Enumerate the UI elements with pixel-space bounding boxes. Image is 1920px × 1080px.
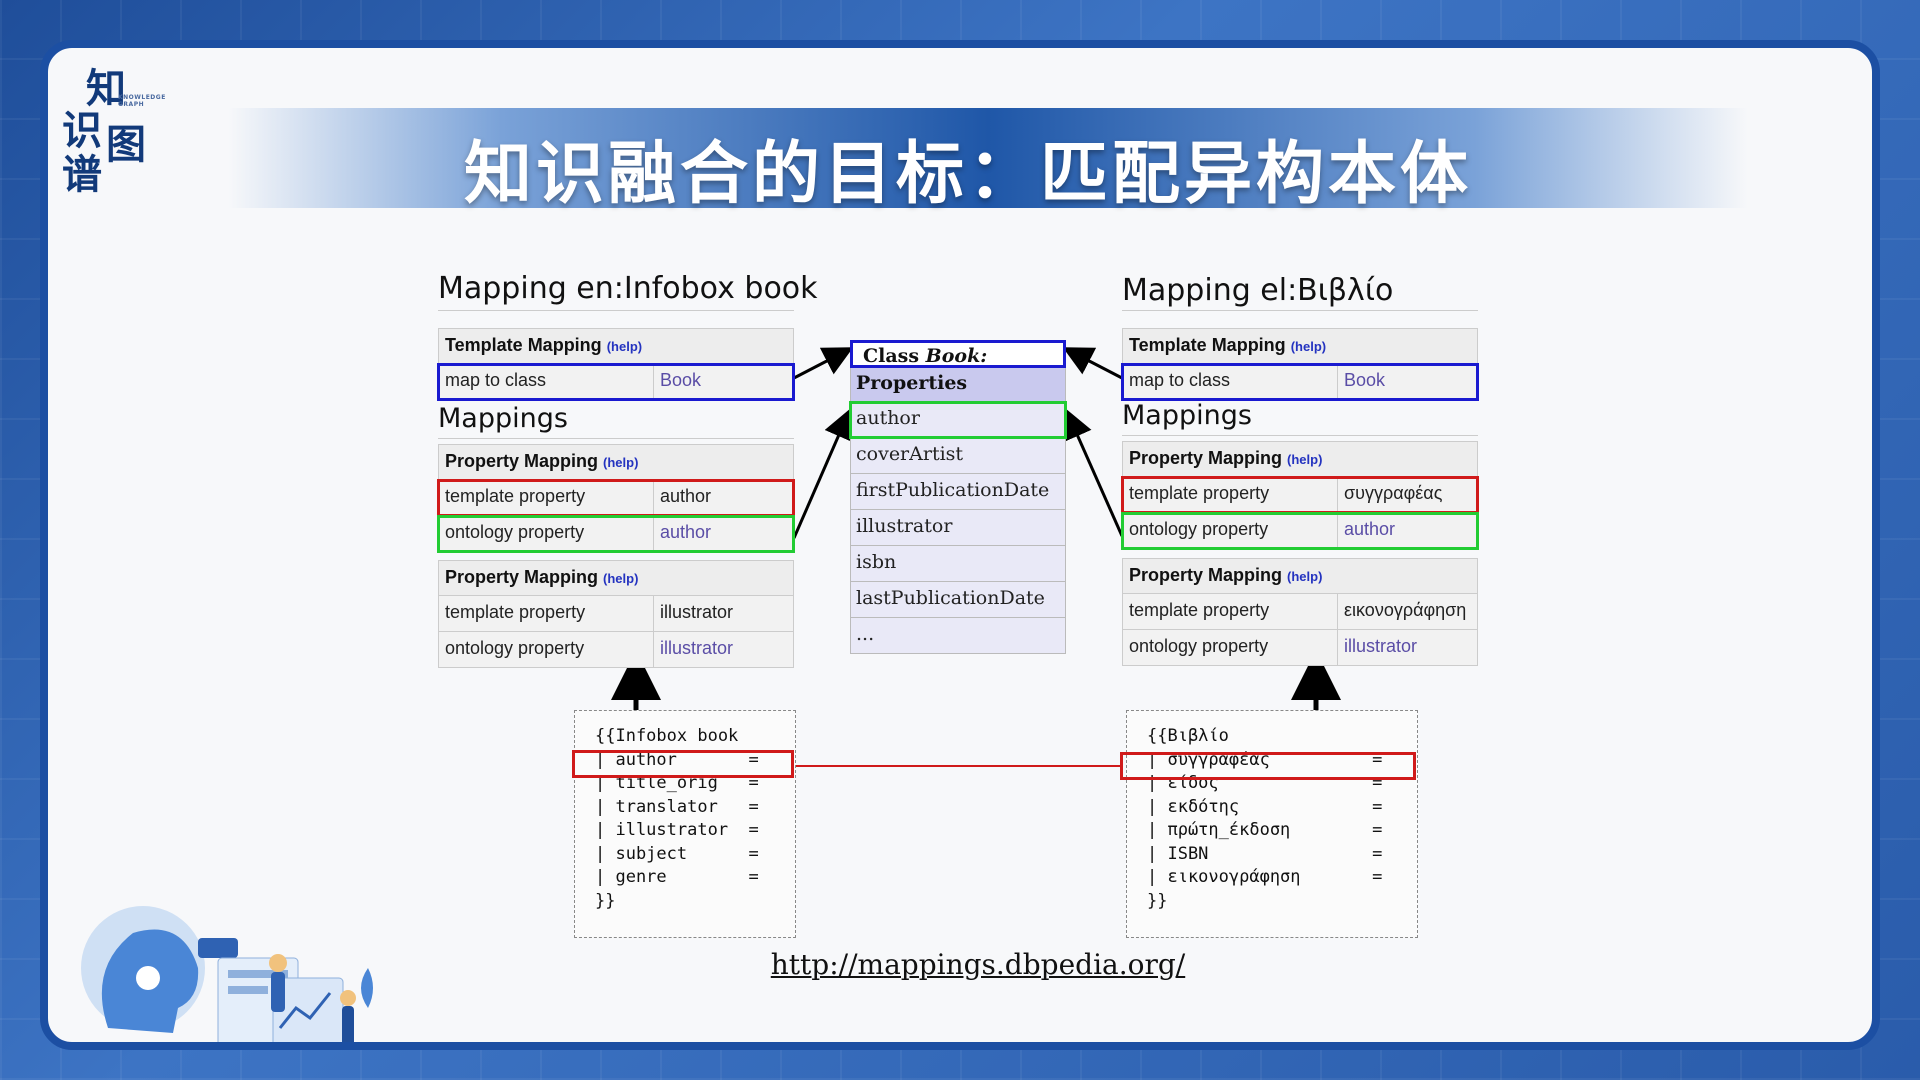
ontology-property-value[interactable]: author — [1338, 513, 1477, 548]
arrow-right-author — [1063, 408, 1124, 537]
right-author-highlight — [1120, 752, 1416, 780]
right-template-mapping-table: Template Mapping (help) map to class Boo… — [1121, 328, 1479, 401]
property-mapping-header: Property Mapping (help) — [438, 444, 794, 480]
ontology-property-label: ontology property — [439, 516, 654, 551]
help-link[interactable]: (help) — [607, 339, 642, 354]
left-template-property-row: template property author — [437, 479, 795, 517]
slide-card: 知 识 图 谱 KNOWLEDGE GRAPH 知识融合的目标：匹配异构本体 M… — [40, 40, 1880, 1050]
code-line: | ISBN = — [1147, 843, 1383, 864]
right-property-mapping-1: Property Mapping (help) template propert… — [1121, 441, 1479, 550]
map-to-class-label: map to class — [1123, 364, 1338, 399]
property-mapping-header: Property Mapping (help) — [1122, 558, 1478, 594]
right-ontology-property-row: ontology property author — [1121, 512, 1479, 550]
map-to-class-label: map to class — [439, 364, 654, 399]
ontology-property-label: ontology property — [1123, 630, 1338, 665]
class-property-isbn: isbn — [850, 546, 1066, 582]
left-template-property-row-2: template property illustrator — [438, 596, 794, 632]
arrow-right-class — [1062, 347, 1123, 380]
left-ontology-property-row-2: ontology property illustrator — [438, 632, 794, 668]
right-ontology-property-row-2: ontology property illustrator — [1122, 630, 1478, 666]
template-property-value: εικονογράφηση — [1344, 600, 1467, 620]
left-template-mapping-header: Template Mapping (help) — [438, 328, 794, 364]
template-mapping-label: Template Mapping — [1129, 335, 1286, 355]
code-line: | genre = — [595, 867, 759, 887]
code-line: | εικονογράφηση = — [1147, 867, 1383, 887]
properties-header: Properties — [850, 368, 1066, 402]
class-property-author: author — [849, 401, 1067, 439]
class-book-table: Class Book: Properties author coverArtis… — [849, 340, 1067, 654]
template-property-value: συγγραφέας — [1344, 483, 1443, 503]
left-property-mapping-2: Property Mapping (help) template propert… — [438, 560, 794, 668]
template-property-value: illustrator — [660, 602, 734, 622]
right-mappings-heading: Mappings — [1122, 400, 1252, 431]
right-map-to-class-row: map to class Book — [1121, 363, 1479, 401]
arrow-left-class — [793, 347, 854, 380]
template-property-value: author — [660, 486, 712, 506]
arrow-left-author — [792, 408, 853, 539]
class-title-name: Book: — [925, 345, 988, 367]
template-property-label: template property — [1123, 594, 1338, 629]
property-mapping-header: Property Mapping (help) — [1122, 441, 1478, 477]
left-infobox-code: {{Infobox book | author = | title_orig =… — [574, 710, 796, 938]
code-line: {{Infobox book — [595, 726, 739, 746]
right-mappings-rule — [1122, 435, 1478, 436]
help-link[interactable]: (help) — [1291, 339, 1326, 354]
right-template-property-row: template property συγγραφέας — [1121, 476, 1479, 514]
class-property-lastpublicationdate: lastPublicationDate — [850, 582, 1066, 618]
ontology-property-label: ontology property — [1123, 513, 1338, 548]
code-line: | subject = — [595, 843, 759, 864]
code-line: | translator = — [595, 796, 759, 817]
ontology-property-label: ontology property — [439, 632, 654, 667]
left-template-mapping-table: Template Mapping (help) map to class Boo… — [437, 328, 795, 401]
template-property-label: template property — [1123, 477, 1338, 512]
class-property-coverartist: coverArtist — [850, 438, 1066, 474]
ai-illustration-icon — [81, 906, 373, 1042]
code-line: | πρώτη_έκδοση = — [1147, 820, 1383, 840]
property-mapping-label: Property Mapping — [1129, 448, 1283, 468]
template-property-label: template property — [439, 480, 654, 515]
template-property-label: template property — [439, 596, 654, 631]
template-mapping-label: Template Mapping — [445, 335, 602, 355]
left-mappings-rule — [438, 438, 794, 439]
right-heading-rule — [1122, 310, 1478, 311]
help-link[interactable]: (help) — [1287, 569, 1322, 584]
property-mapping-label: Property Mapping — [1129, 565, 1283, 585]
left-ontology-property-row: ontology property author — [437, 515, 795, 553]
left-property-mapping-1: Property Mapping (help) template propert… — [437, 444, 795, 553]
left-mapping-heading: Mapping en:Infobox book — [438, 271, 818, 306]
class-book-title: Class Book: — [850, 340, 1066, 368]
class-property-more: ... — [850, 618, 1066, 654]
help-link[interactable]: (help) — [1287, 452, 1322, 467]
ontology-property-value[interactable]: author — [654, 516, 793, 551]
map-to-class-value[interactable]: Book — [1338, 364, 1477, 399]
code-line: }} — [1147, 890, 1168, 911]
help-link[interactable]: (help) — [603, 571, 638, 586]
map-to-class-value[interactable]: Book — [654, 364, 793, 399]
property-mapping-header: Property Mapping (help) — [438, 560, 794, 596]
left-heading-rule — [438, 310, 794, 311]
right-mapping-heading: Mapping el:Βιβλίο — [1122, 273, 1394, 308]
right-template-mapping-header: Template Mapping (help) — [1122, 328, 1478, 364]
help-link[interactable]: (help) — [603, 455, 638, 470]
code-line: | illustrator = — [595, 820, 759, 840]
class-property-illustrator: illustrator — [850, 510, 1066, 546]
code-line: | εκδότης = — [1147, 796, 1383, 817]
code-line: {{Βιβλίο — [1147, 726, 1229, 746]
ontology-property-value[interactable]: illustrator — [654, 632, 793, 667]
property-mapping-label: Property Mapping — [445, 567, 599, 587]
code-line: }} — [595, 890, 616, 911]
class-property-firstpublicationdate: firstPublicationDate — [850, 474, 1066, 510]
left-map-to-class-row: map to class Book — [437, 363, 795, 401]
right-infobox-code: {{Βιβλίο | συγγραφέας = | είδος = | εκδό… — [1126, 710, 1418, 938]
ontology-property-value[interactable]: illustrator — [1338, 630, 1477, 665]
property-mapping-label: Property Mapping — [445, 451, 599, 471]
right-template-property-row-2: template property εικονογράφηση — [1122, 594, 1478, 630]
class-title-prefix: Class — [863, 345, 926, 367]
right-property-mapping-2: Property Mapping (help) template propert… — [1122, 558, 1478, 666]
left-author-highlight — [572, 750, 794, 778]
left-mappings-heading: Mappings — [438, 403, 568, 434]
